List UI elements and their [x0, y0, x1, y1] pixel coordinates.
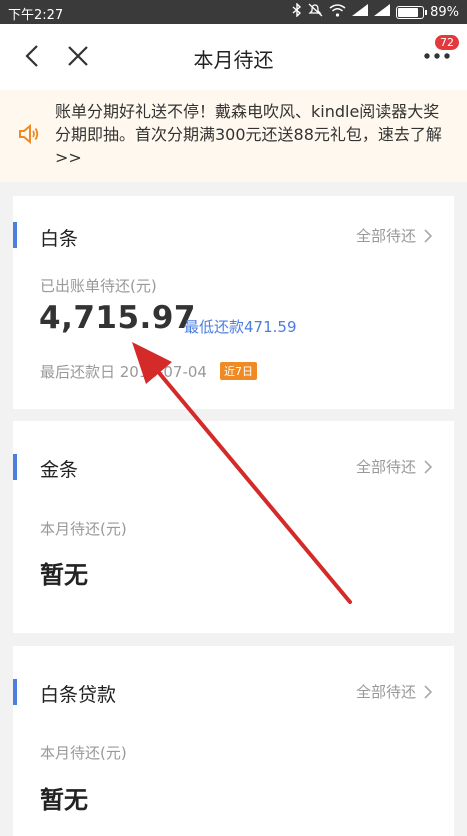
jintiao-title: 金条: [40, 459, 79, 481]
monthly-due-label: 本月待还(元): [40, 520, 127, 538]
nav-bar: 本月待还 72: [0, 24, 467, 90]
due-soon-tag: 近7日: [220, 362, 257, 380]
promo-notice-banner[interactable]: 账单分期好礼送不停！戴森电吹风、kindle阅读器大奖分期即抽。首次分期满300…: [0, 90, 467, 182]
mute-icon: [308, 3, 323, 21]
jintiao-card[interactable]: 金条 全部待还 本月待还(元) 暂无: [13, 421, 454, 633]
section-accent-bar: [13, 222, 17, 248]
wifi-icon: [329, 3, 346, 21]
jintiao-all-due-link[interactable]: 全部待还: [356, 456, 432, 477]
message-count-badge: 72: [435, 35, 459, 50]
billed-due-amount: 4,715.97: [39, 300, 196, 336]
chevron-right-icon: [424, 228, 432, 243]
status-time: 下午2:27: [8, 8, 64, 23]
more-dots-icon: [424, 53, 450, 59]
baitiao-loan-all-due-link[interactable]: 全部待还: [356, 681, 432, 702]
monthly-due-amount: 暂无: [40, 786, 88, 814]
signal-icon: [352, 4, 369, 20]
due-date: 最后还款日 2018-07-04: [40, 363, 207, 381]
all-due-label: 全部待还: [355, 458, 416, 476]
baitiao-loan-card[interactable]: 白条贷款 全部待还 本月待还(元) 暂无: [13, 646, 454, 836]
section-accent-bar: [13, 454, 17, 480]
baitiao-loan-title: 白条贷款: [40, 684, 117, 706]
baitiao-title: 白条: [40, 228, 79, 250]
section-accent-bar: [13, 679, 17, 705]
minimum-payment: 最低还款471.59: [184, 318, 297, 336]
status-bar: 下午2:27 89%: [0, 0, 467, 24]
chevron-right-icon: [424, 684, 432, 699]
all-due-label: 全部待还: [355, 227, 416, 245]
status-icons: 89%: [292, 2, 459, 21]
baitiao-card[interactable]: 白条 全部待还 已出账单待还(元) 4,715.97 最低还款471.59 最后…: [13, 196, 454, 409]
chevron-right-icon: [424, 459, 432, 474]
all-due-label: 全部待还: [355, 683, 416, 701]
speaker-icon: [18, 123, 40, 148]
signal-icon-2: [374, 4, 391, 20]
promo-notice-text: 账单分期好礼送不停！戴森电吹风、kindle阅读器大奖分期即抽。首次分期满300…: [55, 102, 442, 167]
monthly-due-amount: 暂无: [40, 561, 88, 589]
battery-fill: [398, 7, 418, 17]
billed-due-label: 已出账单待还(元): [40, 277, 157, 295]
bluetooth-icon: [292, 2, 302, 21]
baitiao-all-due-link[interactable]: 全部待还: [356, 225, 432, 246]
battery-icon: [396, 5, 428, 19]
battery-percent: 89%: [430, 4, 459, 20]
page-title: 本月待还: [193, 48, 274, 72]
monthly-due-label: 本月待还(元): [40, 744, 127, 762]
